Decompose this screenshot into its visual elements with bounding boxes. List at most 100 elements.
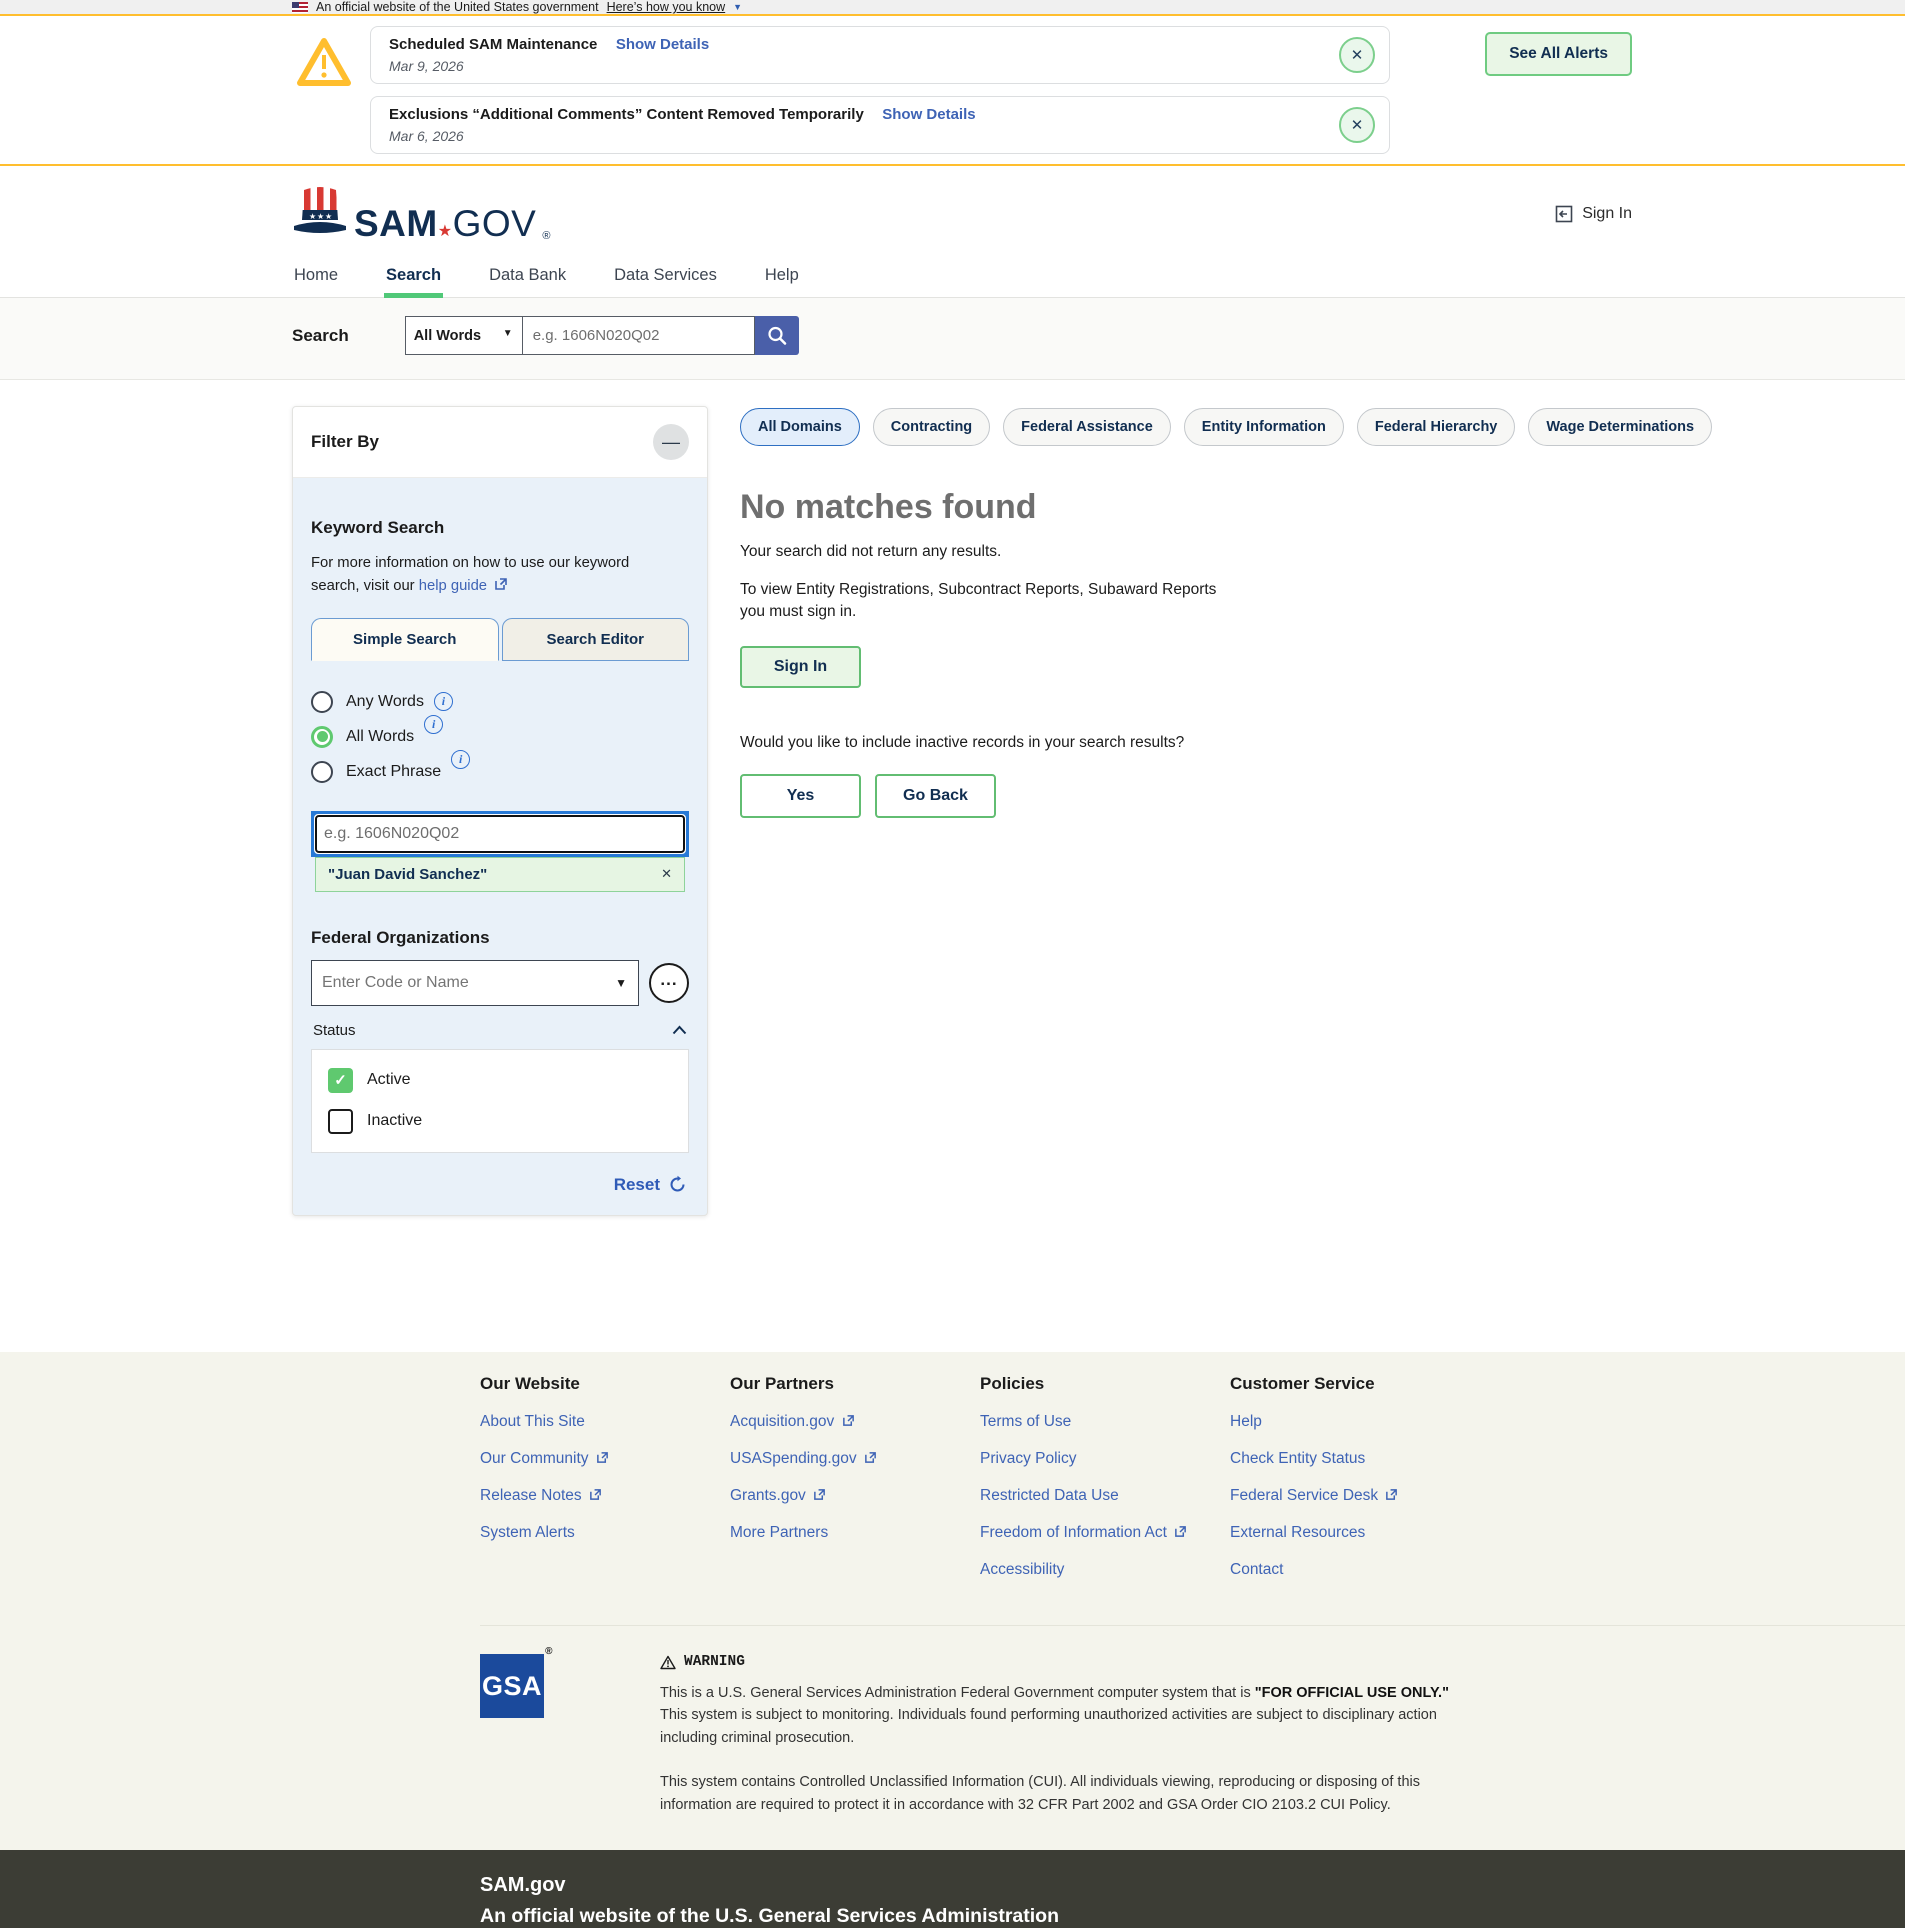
how-you-know-link[interactable]: Here’s how you know xyxy=(607,0,726,14)
yes-button[interactable]: Yes xyxy=(740,774,861,818)
search-submit-button[interactable] xyxy=(755,316,799,355)
reset-icon[interactable] xyxy=(668,1175,687,1194)
radio-all-words-label: All Words xyxy=(346,728,414,746)
keyword-search-input[interactable] xyxy=(315,815,685,853)
see-all-alerts-button[interactable]: See All Alerts xyxy=(1485,32,1632,76)
footer-link-restricted-data-use[interactable]: Restricted Data Use xyxy=(980,1487,1230,1505)
checkbox-inactive[interactable] xyxy=(328,1109,353,1134)
sign-in-button[interactable]: Sign In xyxy=(740,646,861,688)
footer-link-external-resources[interactable]: External Resources xyxy=(1230,1524,1480,1542)
nav-search[interactable]: Search xyxy=(384,256,443,297)
info-icon[interactable]: i xyxy=(451,750,470,769)
info-icon[interactable]: i xyxy=(424,715,443,734)
show-details-link[interactable]: Show Details xyxy=(882,106,975,123)
search-mode-select[interactable]: All Words xyxy=(405,316,523,355)
keyword-search-heading: Keyword Search xyxy=(311,518,689,538)
go-back-button[interactable]: Go Back xyxy=(875,774,996,818)
pill-entity-information[interactable]: Entity Information xyxy=(1184,408,1344,446)
pill-federal-hierarchy[interactable]: Federal Hierarchy xyxy=(1357,408,1516,446)
warning-paragraph-1: This is a U.S. General Services Administ… xyxy=(660,1682,1470,1749)
sam-gov-logo[interactable]: ★ ★ ★ SAM★GOV ® xyxy=(292,186,550,242)
alert-date: Mar 9, 2026 xyxy=(389,58,709,74)
search-band: Search All Words xyxy=(0,298,1905,380)
global-search-input[interactable] xyxy=(523,316,755,355)
collapse-filters-button[interactable]: — xyxy=(653,424,689,460)
show-details-link[interactable]: Show Details xyxy=(616,36,709,53)
footer-link-grants-gov[interactable]: Grants.gov xyxy=(730,1487,980,1505)
keyword-chip: "Juan David Sanchez" ✕ xyxy=(315,857,685,892)
checkbox-active[interactable]: ✓ xyxy=(328,1068,353,1093)
sign-in-label: Sign In xyxy=(1582,205,1632,223)
footer-sam-gov: SAM.gov xyxy=(480,1874,1905,1897)
footer-link-system-alerts[interactable]: System Alerts xyxy=(480,1524,730,1542)
footer-heading: Our Website xyxy=(480,1374,730,1394)
tab-simple-search[interactable]: Simple Search xyxy=(311,618,499,661)
alert-card: Exclusions “Additional Comments” Content… xyxy=(370,96,1390,154)
nav-help[interactable]: Help xyxy=(763,256,801,297)
radio-all-words[interactable] xyxy=(311,726,333,748)
registered-mark: ® xyxy=(545,1646,553,1657)
footer-link-contact[interactable]: Contact xyxy=(1230,1561,1480,1579)
chevron-up-icon[interactable] xyxy=(672,1025,687,1035)
federal-organizations-heading: Federal Organizations xyxy=(311,928,689,948)
info-icon[interactable]: i xyxy=(434,692,453,711)
checkbox-active-label: Active xyxy=(367,1071,411,1089)
external-link-icon xyxy=(494,577,508,591)
nav-home[interactable]: Home xyxy=(292,256,340,297)
more-options-button[interactable]: ... xyxy=(649,963,689,1003)
footer-link-terms-of-use[interactable]: Terms of Use xyxy=(980,1413,1230,1431)
help-guide-link[interactable]: help guide xyxy=(419,578,487,594)
pill-all-domains[interactable]: All Domains xyxy=(740,408,860,446)
filter-panel: Filter By — Keyword Search For more info… xyxy=(292,406,708,1216)
radio-exact-phrase[interactable] xyxy=(311,761,333,783)
footer-link-privacy-policy[interactable]: Privacy Policy xyxy=(980,1450,1230,1468)
external-link-icon xyxy=(813,1488,826,1501)
pill-federal-assistance[interactable]: Federal Assistance xyxy=(1003,408,1171,446)
close-alert-button[interactable]: ✕ xyxy=(1339,107,1375,143)
logo-sam-text: SAM xyxy=(354,203,438,244)
footer-link-more-partners[interactable]: More Partners xyxy=(730,1524,980,1542)
nav-data-bank[interactable]: Data Bank xyxy=(487,256,568,297)
close-alert-button[interactable]: ✕ xyxy=(1339,37,1375,73)
external-link-icon xyxy=(589,1488,602,1501)
footer-col-customer-service: Customer Service Help Check Entity Statu… xyxy=(1230,1374,1480,1579)
nav-data-services[interactable]: Data Services xyxy=(612,256,719,297)
alert-title: Scheduled SAM Maintenance xyxy=(389,36,597,53)
footer-link-our-community[interactable]: Our Community xyxy=(480,1450,730,1468)
status-heading: Status xyxy=(313,1022,356,1039)
reset-filters-link[interactable]: Reset xyxy=(614,1175,660,1195)
footer-link-foia[interactable]: Freedom of Information Act xyxy=(980,1524,1230,1542)
registered-mark: ® xyxy=(542,230,550,242)
search-icon xyxy=(766,325,788,347)
radio-any-words[interactable] xyxy=(311,691,333,713)
no-matches-title: No matches found xyxy=(740,488,1905,527)
gov-banner-text: An official website of the United States… xyxy=(316,0,599,14)
main-nav: Home Search Data Bank Data Services Help xyxy=(0,256,1905,298)
footer-link-check-entity-status[interactable]: Check Entity Status xyxy=(1230,1450,1480,1468)
logo-gov-text: GOV xyxy=(453,203,537,244)
gsa-logo: GSA ® xyxy=(480,1654,544,1718)
warning-paragraph-2: This system contains Controlled Unclassi… xyxy=(660,1771,1470,1816)
pill-contracting[interactable]: Contracting xyxy=(873,408,990,446)
footer-link-accessibility[interactable]: Accessibility xyxy=(980,1561,1230,1579)
pill-wage-determinations[interactable]: Wage Determinations xyxy=(1528,408,1712,446)
external-link-icon xyxy=(1174,1525,1187,1538)
keyword-tabs: Simple Search Search Editor xyxy=(311,618,689,661)
footer-link-federal-service-desk[interactable]: Federal Service Desk xyxy=(1230,1487,1480,1505)
svg-text:★: ★ xyxy=(317,212,324,221)
footer-link-about-this-site[interactable]: About This Site xyxy=(480,1413,730,1431)
warning-triangle-icon xyxy=(296,36,352,88)
remove-chip-icon[interactable]: ✕ xyxy=(661,866,672,882)
footer-link-usaspending-gov[interactable]: USASpending.gov xyxy=(730,1450,980,1468)
keyword-chip-label: "Juan David Sanchez" xyxy=(328,866,487,883)
federal-org-combobox[interactable] xyxy=(311,960,639,1006)
external-link-icon xyxy=(596,1451,609,1464)
footer-link-help[interactable]: Help xyxy=(1230,1413,1480,1431)
filter-by-title: Filter By xyxy=(311,432,379,452)
footer-link-acquisition-gov[interactable]: Acquisition.gov xyxy=(730,1413,980,1431)
footer-link-release-notes[interactable]: Release Notes xyxy=(480,1487,730,1505)
sign-in-link[interactable]: Sign In xyxy=(1554,204,1632,224)
tab-search-editor[interactable]: Search Editor xyxy=(502,618,690,661)
alert-date: Mar 6, 2026 xyxy=(389,128,976,144)
svg-text:★: ★ xyxy=(309,212,316,221)
